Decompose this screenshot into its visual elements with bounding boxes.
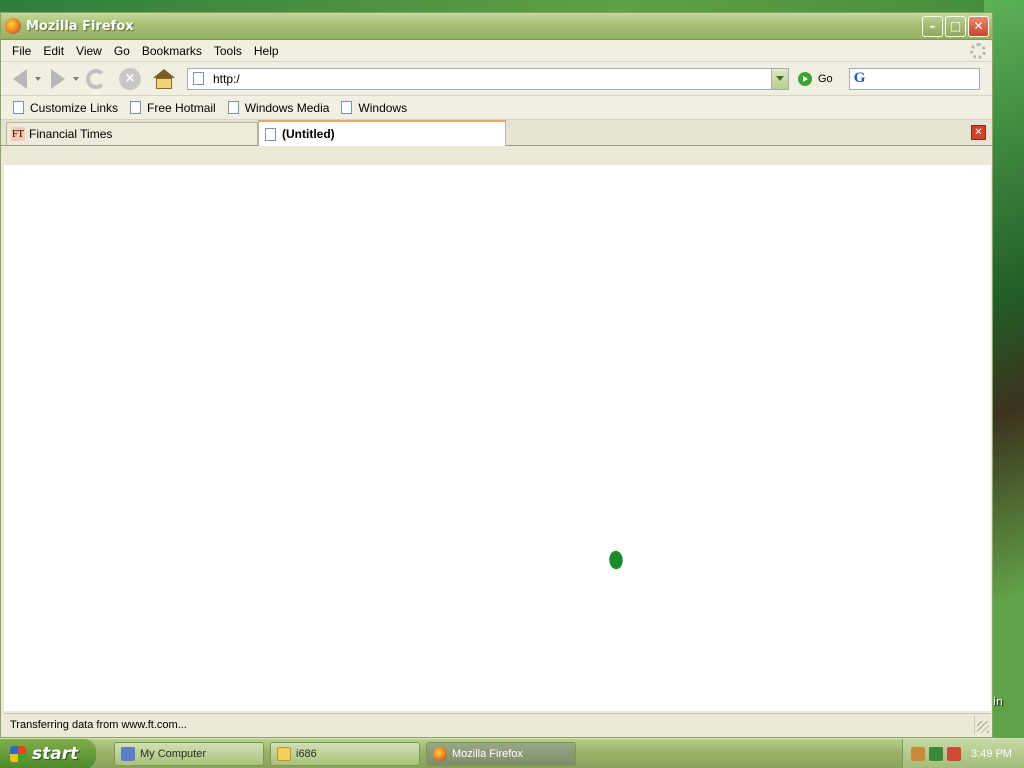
desktop-icon-label[interactable]: in bbox=[993, 695, 1003, 708]
task-label: My Computer bbox=[140, 747, 207, 760]
page-icon bbox=[130, 101, 142, 114]
close-tab-button[interactable]: ✕ bbox=[971, 125, 986, 140]
menu-help[interactable]: Help bbox=[248, 44, 285, 58]
bookmark-label: Windows bbox=[358, 100, 408, 115]
bookmarks-toolbar: Customize Links Free Hotmail Windows Med… bbox=[1, 96, 992, 120]
page-icon bbox=[265, 127, 276, 141]
tab-label: (Untitled) bbox=[282, 127, 335, 141]
task-i686[interactable]: i686 bbox=[270, 741, 420, 766]
throbber-icon bbox=[970, 43, 986, 59]
home-button[interactable] bbox=[151, 66, 177, 92]
start-label: start bbox=[32, 743, 79, 764]
forward-arrow-icon bbox=[51, 68, 65, 89]
status-bar: Transferring data from www.ft.com... bbox=[4, 713, 991, 735]
tab-strip: FT Financial Times (Untitled) ✕ bbox=[1, 120, 992, 146]
menu-edit[interactable]: Edit bbox=[37, 44, 70, 58]
menu-view[interactable]: View bbox=[70, 44, 108, 58]
tab-financial-times[interactable]: FT Financial Times bbox=[6, 122, 258, 145]
window-title: Mozilla Firefox bbox=[26, 18, 134, 34]
back-arrow-icon bbox=[13, 68, 27, 89]
minimize-button[interactable]: – bbox=[922, 15, 943, 37]
menu-bar: File Edit View Go Bookmarks Tools Help bbox=[1, 40, 992, 62]
tab-label: Financial Times bbox=[29, 127, 113, 141]
task-label: i686 bbox=[296, 747, 317, 760]
navigation-toolbar: × http:/ Go G bbox=[1, 62, 992, 96]
resize-grip[interactable] bbox=[977, 721, 989, 733]
menu-bookmarks[interactable]: Bookmarks bbox=[136, 44, 208, 58]
forward-history-dropdown[interactable] bbox=[73, 76, 79, 81]
url-input[interactable]: http:/ bbox=[213, 72, 240, 86]
bookmark-windows-media[interactable]: Windows Media bbox=[224, 100, 330, 115]
tray-tools-icon[interactable] bbox=[911, 746, 925, 761]
task-mozilla-firefox[interactable]: Mozilla Firefox bbox=[426, 741, 576, 766]
ft-favicon-icon: FT bbox=[11, 127, 25, 141]
chevron-down-icon bbox=[776, 76, 784, 81]
page-icon bbox=[193, 72, 204, 85]
stop-button[interactable]: × bbox=[117, 66, 143, 92]
firefox-icon bbox=[433, 746, 447, 761]
task-label: Mozilla Firefox bbox=[452, 747, 523, 760]
bookmark-free-hotmail[interactable]: Free Hotmail bbox=[126, 101, 216, 115]
go-button[interactable]: Go bbox=[798, 71, 833, 86]
back-button[interactable] bbox=[7, 66, 33, 92]
bookmark-customize-links[interactable]: Customize Links bbox=[9, 101, 118, 115]
menu-go[interactable]: Go bbox=[108, 44, 136, 58]
window-controls: – □ ✕ bbox=[922, 15, 992, 37]
menu-file[interactable]: File bbox=[6, 44, 37, 58]
tray-network-icon[interactable] bbox=[929, 746, 943, 761]
google-search-icon[interactable]: G bbox=[854, 70, 866, 87]
firefox-window: Mozilla Firefox – □ ✕ File Edit View Go … bbox=[0, 12, 993, 738]
system-tray: 3:49 PM bbox=[902, 738, 1024, 768]
clock[interactable]: 3:49 PM bbox=[971, 748, 1012, 760]
bookmark-windows[interactable]: Windows bbox=[337, 101, 407, 115]
page-icon bbox=[341, 101, 353, 114]
status-text: Transferring data from www.ft.com... bbox=[10, 718, 187, 731]
tab-untitled[interactable]: (Untitled) bbox=[258, 120, 506, 146]
search-input[interactable]: G bbox=[848, 67, 980, 90]
url-history-dropdown[interactable] bbox=[771, 68, 788, 89]
start-button[interactable]: start bbox=[0, 738, 96, 768]
reload-icon bbox=[86, 68, 106, 89]
computer-icon bbox=[121, 746, 135, 761]
windows-flag-icon bbox=[10, 745, 26, 762]
bookmark-label: Free Hotmail bbox=[147, 100, 216, 115]
tray-security-icon[interactable] bbox=[947, 746, 961, 761]
forward-button[interactable] bbox=[45, 66, 71, 92]
bookmark-label: Customize Links bbox=[30, 100, 119, 115]
url-bar[interactable]: http:/ bbox=[187, 67, 789, 90]
task-my-computer[interactable]: My Computer bbox=[114, 741, 264, 766]
maximize-button[interactable]: □ bbox=[945, 15, 966, 37]
go-arrow-icon bbox=[798, 71, 812, 86]
menu-tools[interactable]: Tools bbox=[208, 44, 248, 58]
title-bar[interactable]: Mozilla Firefox – □ ✕ bbox=[1, 13, 992, 40]
page-icon bbox=[227, 101, 239, 114]
go-label: Go bbox=[818, 72, 833, 85]
status-divider bbox=[974, 716, 975, 734]
page-content[interactable] bbox=[4, 165, 991, 711]
page-icon bbox=[13, 101, 24, 114]
home-icon bbox=[153, 68, 175, 89]
firefox-icon bbox=[5, 18, 21, 34]
reload-button[interactable] bbox=[83, 66, 109, 92]
close-button[interactable]: ✕ bbox=[968, 15, 989, 37]
back-history-dropdown[interactable] bbox=[35, 76, 41, 81]
bookmark-label: Windows Media bbox=[244, 100, 330, 115]
stop-icon: × bbox=[119, 67, 141, 90]
busy-cursor-icon bbox=[606, 549, 626, 571]
folder-icon bbox=[277, 746, 291, 761]
taskbar: start My Computer i686 Mozilla Firefox 3… bbox=[0, 738, 1024, 768]
